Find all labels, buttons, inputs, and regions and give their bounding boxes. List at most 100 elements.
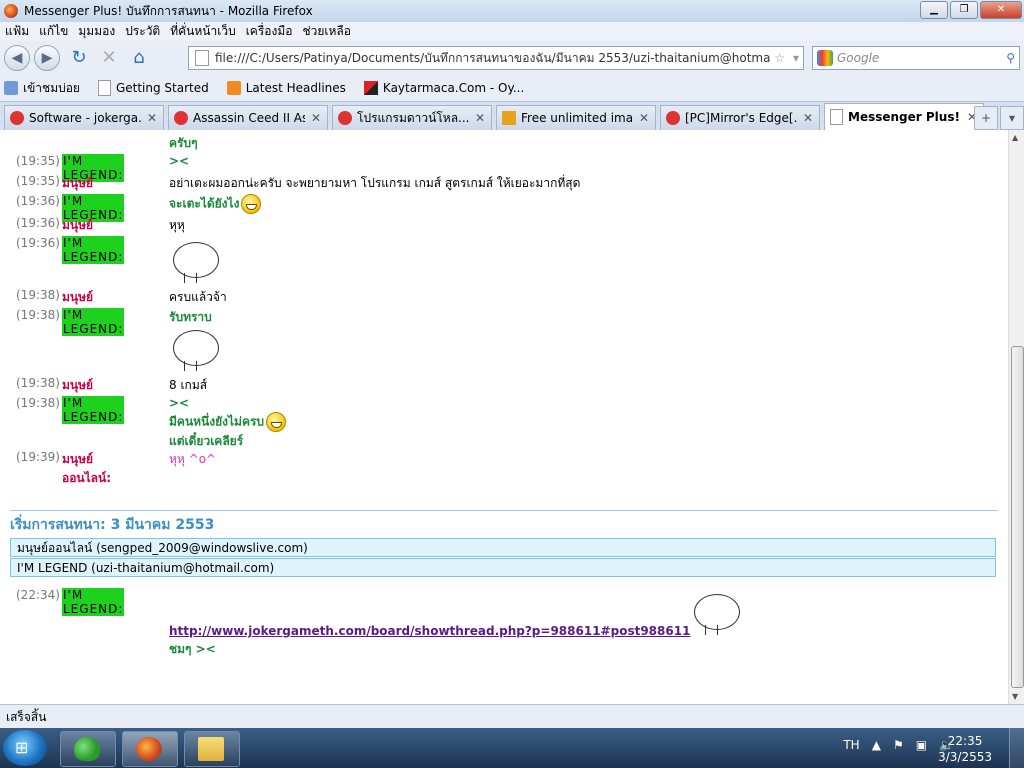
bookmark-getting-started[interactable]: Getting Started <box>94 80 209 96</box>
blob-emoticon-icon <box>173 242 219 283</box>
forward-button[interactable]: ▶ <box>34 45 60 71</box>
status-bar: เสร็จสิ้น <box>0 704 1024 728</box>
page-content: ครับๆ (19:35) I'M LEGEND: >< (19:35) มนุ… <box>0 130 1008 704</box>
search-input[interactable]: Google <box>837 51 1006 65</box>
firefox-icon <box>4 4 18 18</box>
taskbar-messenger[interactable] <box>60 731 116 767</box>
message-text: >< <box>169 396 190 410</box>
km-logo-icon <box>363 81 378 95</box>
tab-mirrors-edge[interactable]: [PC]Mirror's Edge[... ✕ <box>660 105 820 130</box>
page-icon <box>830 109 843 125</box>
scroll-thumb[interactable] <box>1011 346 1024 688</box>
timestamp: (19:35) <box>16 174 60 188</box>
message-text: อย่าเตะผมออกน่ะครับ จะพยายามหา โปรแกรม เ… <box>169 176 581 190</box>
tab-close-icon[interactable]: ✕ <box>803 111 813 125</box>
taskbar-firefox[interactable] <box>122 731 178 767</box>
clock[interactable]: 22:35 3/3/2553 <box>938 733 992 765</box>
message-text: ชมๆ >< <box>169 642 216 656</box>
nav-toolbar: ◀ ▶ ↻ ✕ ⌂ file:///C:/Users/Patinya/Docum… <box>0 41 1024 75</box>
tab-close-icon[interactable]: ✕ <box>639 111 649 125</box>
timestamp: (19:36) <box>16 236 60 250</box>
grin-emoticon-icon <box>241 194 262 214</box>
start-button[interactable]: ⊞ <box>3 730 47 766</box>
grin-emoticon-icon <box>266 412 287 432</box>
reload-icon: ↻ <box>71 47 87 68</box>
timestamp: (19:38) <box>16 376 60 390</box>
timestamp: (22:34) <box>16 588 60 602</box>
joker-favicon-icon <box>338 111 352 125</box>
menu-help[interactable]: ช่วยเหลือ <box>302 22 351 41</box>
windows-logo-icon: ⊞ <box>15 738 29 757</box>
timestamp: (19:36) <box>16 194 60 208</box>
tab-program-download[interactable]: โปรแกรมดาวน์โหล... ✕ <box>332 105 492 130</box>
timestamp: (19:39) <box>16 450 60 464</box>
joker-favicon-icon <box>666 111 680 125</box>
timestamp: (19:38) <box>16 308 60 322</box>
tab-close-icon[interactable]: ✕ <box>311 111 321 125</box>
scroll-up-icon[interactable]: ▲ <box>1012 133 1018 142</box>
maximize-button[interactable]: ❐ <box>950 1 978 19</box>
page-icon <box>195 50 209 66</box>
folder-icon <box>198 737 224 761</box>
search-icon[interactable]: ⚲ <box>1006 51 1015 65</box>
bookmark-kaytarmaca[interactable]: Kaytarmaca.Com - Oy... <box>360 81 524 95</box>
scroll-down-icon[interactable]: ▼ <box>1012 692 1018 701</box>
bookmark-star-icon[interactable]: ☆ <box>774 51 785 65</box>
tray-expand-icon[interactable]: ▲ <box>872 738 881 752</box>
bookmarks-toolbar: เข้าชมบ่อย Getting Started Latest Headli… <box>0 75 1024 102</box>
tab-list-button[interactable]: ▾ <box>1000 106 1024 130</box>
menu-tools[interactable]: เครื่องมือ <box>246 22 293 41</box>
blob-emoticon-icon <box>173 330 219 371</box>
message-text: จะเตะได้ยังไง <box>169 194 262 214</box>
nick-other: มนุษย์ออนไลน์: <box>62 452 112 485</box>
reload-button[interactable]: ↻ <box>68 47 90 69</box>
participant-row: มนุษย์ออนไลน์ (sengped_2009@windowslive.… <box>10 538 996 557</box>
tab-close-icon[interactable]: ✕ <box>147 111 157 125</box>
show-desktop-button[interactable] <box>1009 728 1024 768</box>
tab-messenger-plus[interactable]: Messenger Plus! ...✕ <box>824 103 984 130</box>
forward-arrow-icon: ▶ <box>41 50 53 66</box>
back-button[interactable]: ◀ <box>4 45 30 71</box>
stop-button[interactable]: ✕ <box>98 47 120 69</box>
menu-edit[interactable]: แก้ไข <box>39 22 68 41</box>
google-icon[interactable] <box>817 50 833 66</box>
menu-bookmarks[interactable]: ที่คั่นหน้าเว็บ <box>170 22 235 41</box>
action-center-icon[interactable]: ⚑ <box>893 738 904 752</box>
bookmark-folder-icon <box>4 81 18 95</box>
url-bar[interactable]: file:///C:/Users/Patinya/Documents/บันทึ… <box>188 46 804 70</box>
tab-free-unlimited-images[interactable]: Free unlimited ima... ✕ <box>496 105 656 130</box>
messenger-icon <box>74 737 100 761</box>
participant-row: I'M LEGEND (uzi-thaitanium@hotmail.com) <box>10 558 996 577</box>
dropdown-arrow-icon[interactable]: ▾ <box>793 51 799 65</box>
bookmark-most-visited[interactable]: เข้าชมบ่อย <box>0 79 80 98</box>
session-divider <box>10 510 998 511</box>
system-tray: TH ▲ ⚑ ▣ 🔈 <box>831 738 954 752</box>
menu-bar: แฟ้ม แก้ไข มุมมอง ประวัติ ที่คั่นหน้าเว็… <box>0 22 1024 41</box>
message-text: ครบแล้วจ้า <box>169 290 227 304</box>
home-button[interactable]: ⌂ <box>128 47 150 69</box>
message-text: รับทราบ <box>169 310 212 324</box>
menu-history[interactable]: ประวัติ <box>125 22 160 41</box>
tab-assassin-creed[interactable]: Assassin Ceed II As...✕ <box>168 105 328 130</box>
network-icon[interactable]: ▣ <box>916 738 927 752</box>
tab-close-icon[interactable]: ✕ <box>475 111 485 125</box>
plus-icon: + <box>980 111 992 125</box>
menu-file[interactable]: แฟ้ม <box>5 22 29 41</box>
search-box[interactable]: Google ⚲ <box>812 46 1020 70</box>
message-text: หุหุ <box>169 218 185 232</box>
menu-view[interactable]: มุมมอง <box>78 22 115 41</box>
vertical-scrollbar[interactable]: ▲ ▼ <box>1008 130 1024 704</box>
timestamp: (19:36) <box>16 216 60 230</box>
language-indicator[interactable]: TH <box>843 738 859 752</box>
close-button[interactable]: ✕ <box>980 1 1022 19</box>
taskbar-explorer[interactable] <box>184 731 240 767</box>
tab-software-jokergame[interactable]: Software - jokerga... ✕ <box>4 105 164 130</box>
thread-link[interactable]: http://www.jokergameth.com/board/showthr… <box>169 624 690 638</box>
minimize-button[interactable]: ▁ <box>920 1 948 19</box>
message-text: >< <box>169 154 190 168</box>
url-text[interactable]: file:///C:/Users/Patinya/Documents/บันทึ… <box>215 49 770 68</box>
bookmark-latest-headlines[interactable]: Latest Headlines <box>223 81 346 95</box>
timestamp: (19:38) <box>16 396 60 410</box>
back-arrow-icon: ◀ <box>11 50 23 66</box>
new-tab-button[interactable]: + <box>974 106 998 130</box>
